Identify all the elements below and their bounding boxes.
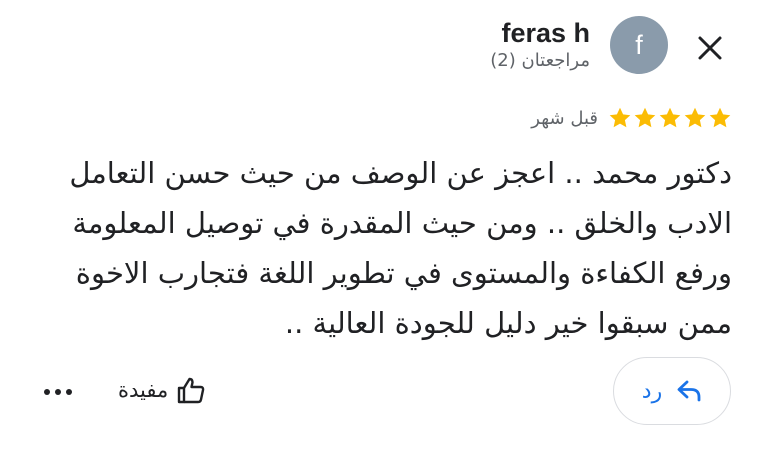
review-text: دكتور محمد .. اعجز عن الوصف من حيث حسن ا…	[69, 156, 732, 340]
helpful-label: مفيدة	[118, 378, 169, 402]
reply-label: رد	[641, 378, 663, 404]
review-time: قبل شهر	[531, 107, 598, 129]
review-count: مراجعتان (2)	[490, 50, 590, 71]
star-icon	[659, 107, 681, 128]
more-horizontal-icon	[44, 389, 72, 395]
helpful-button[interactable]: مفيدة	[118, 372, 206, 408]
thumb-up-icon	[178, 377, 205, 404]
star-icon	[634, 107, 656, 128]
close-icon	[698, 36, 722, 60]
rating-row: قبل شهر	[531, 106, 732, 130]
reviewer-name[interactable]: feras h	[501, 18, 590, 49]
reply-arrow-icon	[677, 380, 701, 402]
avatar-letter: f	[635, 29, 643, 60]
star-icon	[709, 107, 731, 128]
more-options-button[interactable]	[40, 378, 76, 406]
star-icon	[609, 107, 631, 128]
star-rating	[608, 106, 732, 130]
avatar[interactable]: f	[610, 16, 668, 74]
close-button[interactable]	[688, 26, 732, 70]
star-icon	[684, 107, 706, 128]
reply-button[interactable]: رد	[613, 357, 731, 425]
